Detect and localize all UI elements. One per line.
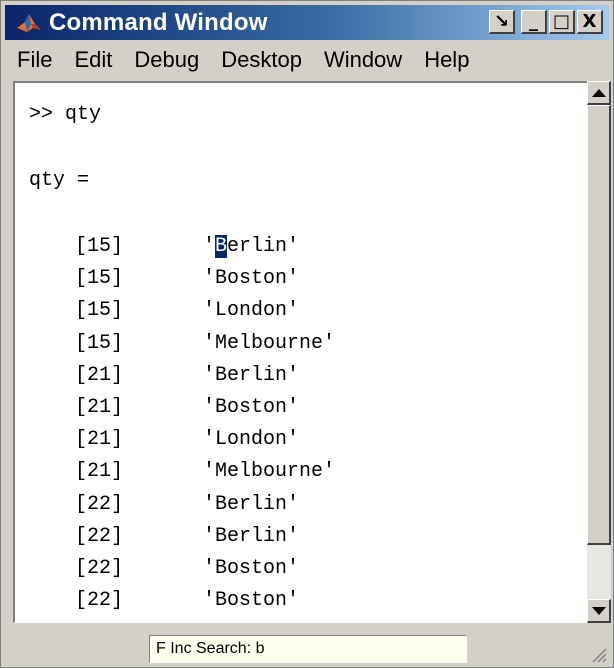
matlab-logo-icon [17,13,41,32]
row-city: 'Berlin' [203,525,300,548]
incremental-search-status: F Inc Search: b [149,635,467,663]
console-output[interactable]: >> qty qty = [15] 'Berlin' [15] 'Boston' [15… [13,81,591,623]
row-city: 'Berlin' [203,364,300,387]
menu-window[interactable]: Window [324,47,402,73]
row-number: [15] [75,332,124,355]
window-title: Command Window [49,8,268,36]
minimize-button[interactable]: _ [521,10,547,34]
title-bar[interactable]: Command Window ↘ _ □ X [5,5,609,40]
menu-help[interactable]: Help [424,47,469,73]
row-city: 'Boston' [203,396,300,419]
scroll-up-button[interactable] [587,81,611,105]
row-city: 'Melbourne' [203,460,336,483]
undock-icon: ↘ [493,11,510,32]
row-number: [22] [75,557,124,580]
prompt-line: >> qty [29,103,102,126]
menu-file[interactable]: File [17,47,52,73]
row-number: [22] [75,589,124,612]
row-number: [22] [75,525,124,548]
row-number: [21] [75,396,124,419]
row-city: 'London' [203,428,300,451]
close-button[interactable]: X [577,10,603,34]
scroll-thumb[interactable] [587,105,611,545]
resize-grip-icon[interactable] [589,645,607,663]
row-number: [22] [75,493,124,516]
maximize-icon: □ [552,11,570,32]
row-city: 'Melbourne' [203,332,336,355]
row-number: [15] [75,235,124,258]
row-city: 'London' [203,299,300,322]
close-icon: X [582,11,597,32]
scroll-down-button[interactable] [587,599,611,623]
output-header: qty = [29,169,90,192]
row-number: [21] [75,364,124,387]
city-suffix: erlin' [227,235,300,258]
row-city: 'Boston' [203,589,300,612]
row-city: 'Berlin' [203,493,300,516]
row-city: 'Boston' [203,267,300,290]
arrow-up-icon [591,88,606,97]
undock-button[interactable]: ↘ [489,10,515,34]
row-number: [21] [75,428,124,451]
arrow-down-icon [591,606,606,615]
menu-edit[interactable]: Edit [74,47,112,73]
row-number: [21] [75,460,124,483]
row-number: [15] [75,299,124,322]
minimize-icon: _ [529,11,538,32]
search-match-highlight: B [215,235,228,258]
row-city: 'Berlin' [203,235,299,258]
vertical-scrollbar[interactable] [587,81,611,623]
menu-debug[interactable]: Debug [134,47,199,73]
maximize-button[interactable]: □ [549,10,575,34]
row-number: [15] [75,267,124,290]
command-window: Command Window ↘ _ □ X File Edit Debug D… [0,0,614,668]
menu-bar: File Edit Debug Desktop Window Help [5,43,609,77]
status-bar: F Inc Search: b [5,631,609,665]
row-city: 'Boston' [203,557,300,580]
city-prefix: ' [203,235,216,258]
menu-desktop[interactable]: Desktop [221,47,302,73]
